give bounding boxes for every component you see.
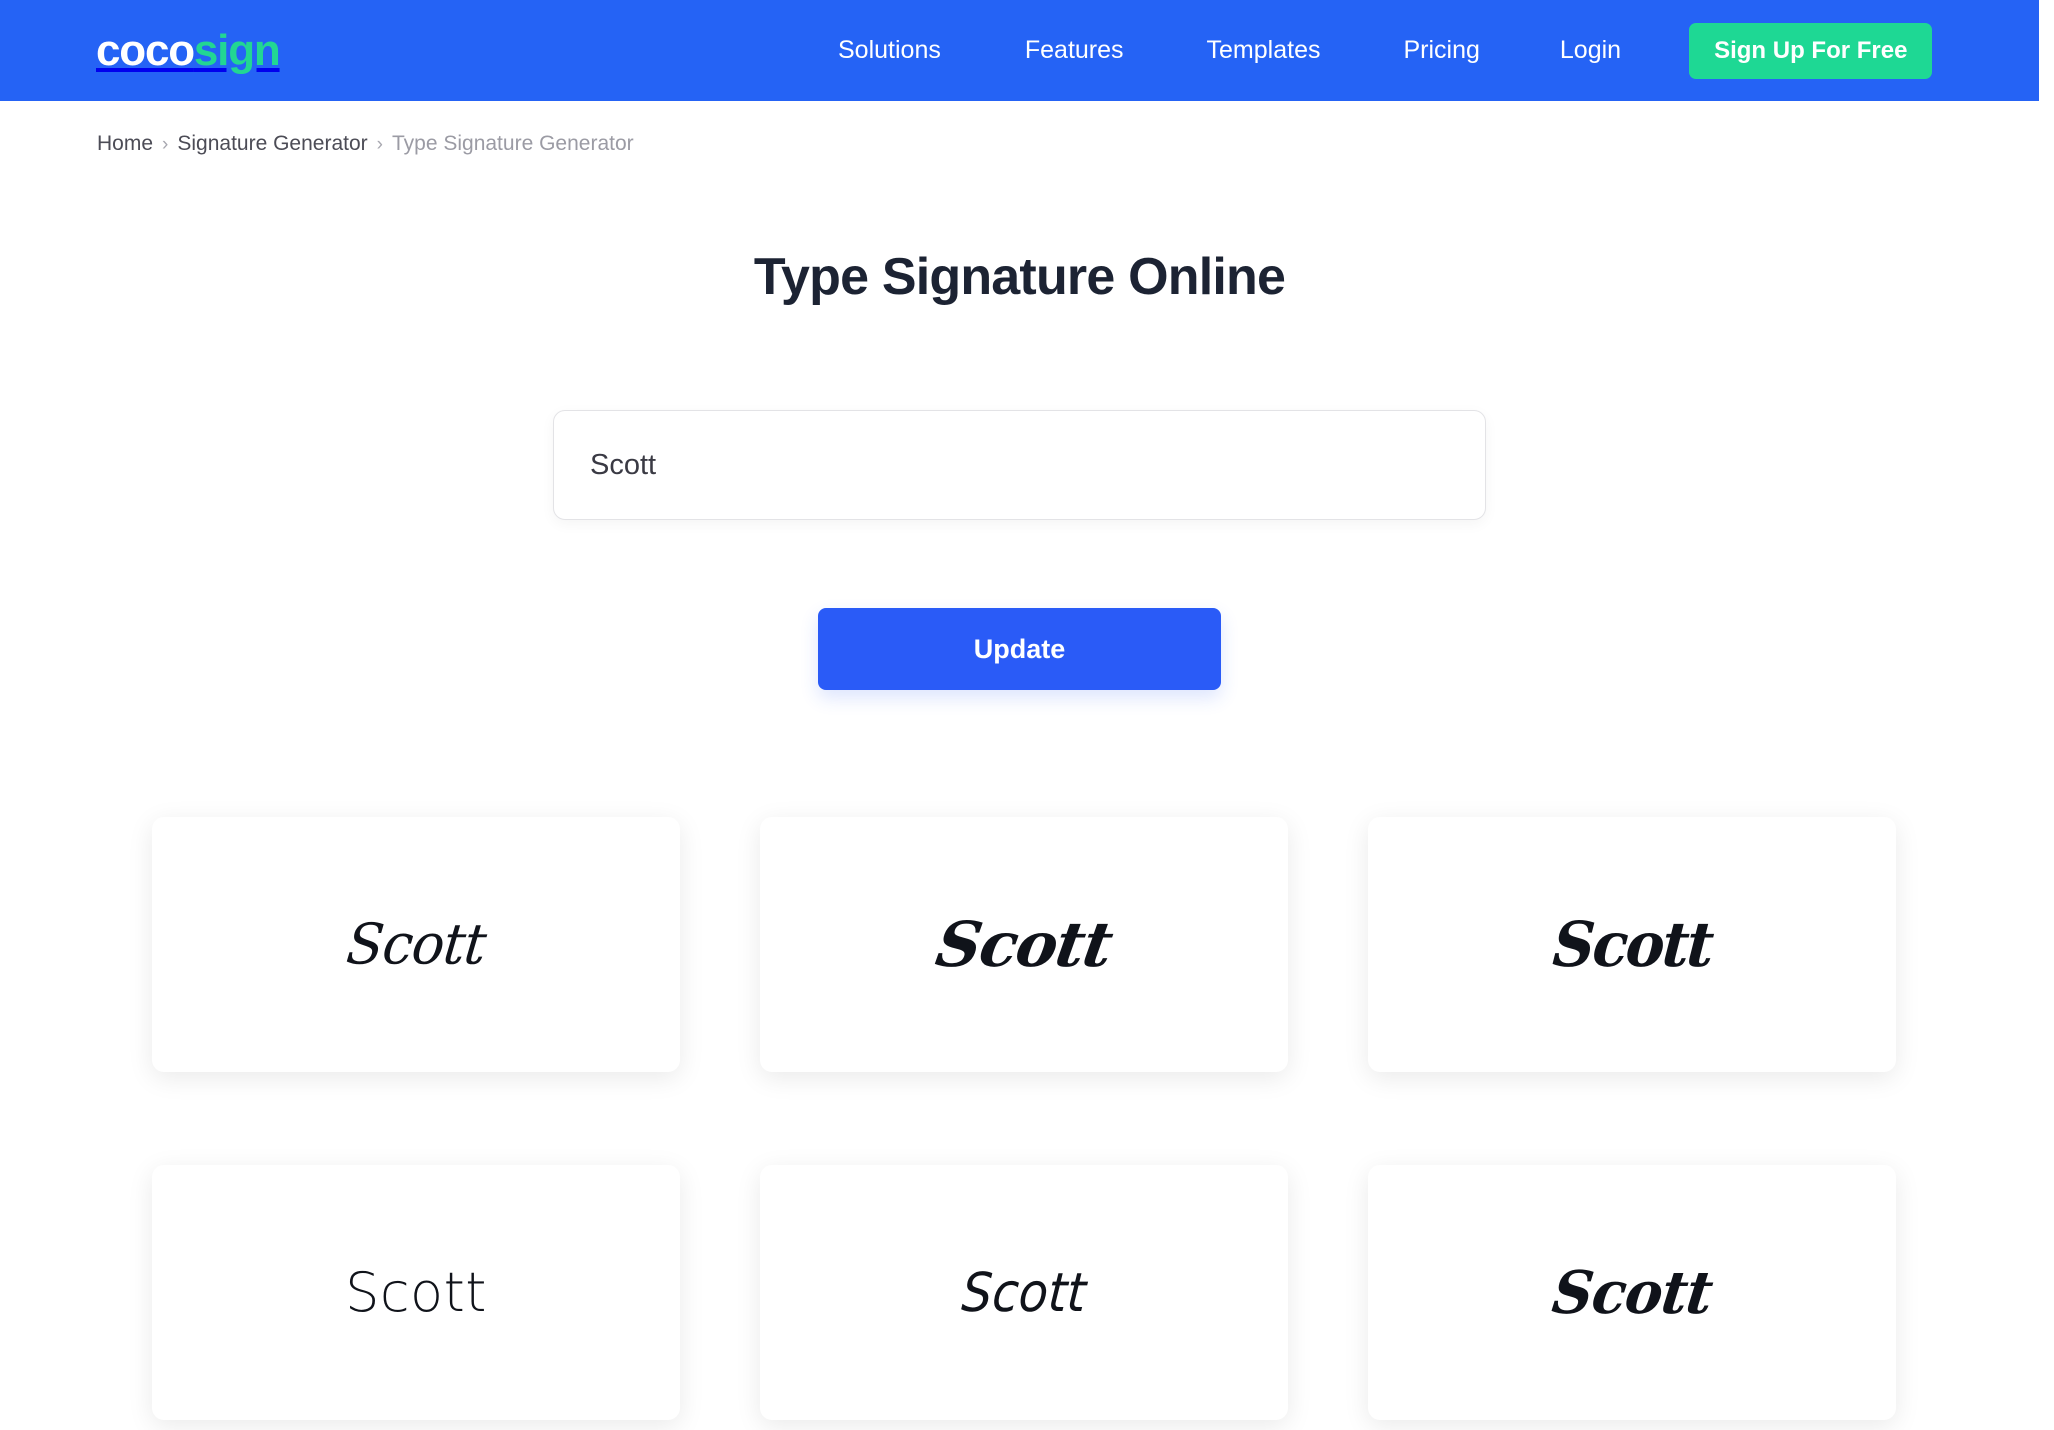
nav-item-features[interactable]: Features — [1025, 28, 1124, 73]
breadcrumb-separator: › — [162, 134, 169, 155]
nav-item-solutions[interactable]: Solutions — [838, 28, 941, 73]
cocosign-logo[interactable]: cocosign — [96, 25, 281, 75]
site-header: cocosign Solutions Features Templates Pr… — [0, 0, 2039, 101]
nav-item-pricing[interactable]: Pricing — [1403, 28, 1479, 73]
signature-preview-text: Scott — [1550, 907, 1714, 981]
signature-card[interactable]: Scott — [152, 817, 680, 1072]
nav-item-templates[interactable]: Templates — [1207, 28, 1321, 73]
logo-text-coco: coco — [96, 25, 195, 75]
signature-card[interactable]: Scott — [152, 1165, 680, 1420]
breadcrumb-item-home[interactable]: Home — [97, 132, 153, 155]
signature-card[interactable]: Scott — [1368, 1165, 1896, 1420]
update-button[interactable]: Update — [818, 608, 1221, 690]
signature-preview-text: Scott — [345, 1260, 487, 1324]
breadcrumb-item-signature-generator[interactable]: Signature Generator — [177, 132, 367, 155]
breadcrumb-separator: › — [376, 134, 383, 155]
signature-preview-text: Scott — [959, 1261, 1089, 1324]
signature-results-grid: Scott Scott Scott Scott Scott Scott — [152, 817, 1896, 1420]
signature-preview-text: Scott — [343, 911, 489, 977]
signature-preview-text: Scott — [931, 907, 1117, 981]
main-navigation: Solutions Features Templates Pricing Log… — [838, 0, 1933, 101]
signature-name-input[interactable] — [553, 410, 1486, 520]
signature-card[interactable]: Scott — [760, 817, 1288, 1072]
logo-text-sign: sign — [193, 25, 281, 75]
nav-item-login[interactable]: Login — [1560, 28, 1621, 73]
signature-card[interactable]: Scott — [760, 1165, 1288, 1420]
breadcrumb: Home › Signature Generator › Type Signature … — [97, 133, 634, 154]
page-title: Type Signature Online — [753, 248, 1286, 306]
signature-card[interactable]: Scott — [1368, 817, 1896, 1072]
page-root: cocosign Solutions Features Templates Pr… — [0, 0, 2054, 1430]
sign-up-for-free-button[interactable]: Sign Up For Free — [1689, 22, 1933, 79]
signature-preview-text: Scott — [1548, 1257, 1716, 1328]
breadcrumb-item-current: Type Signature Generator — [391, 132, 634, 155]
